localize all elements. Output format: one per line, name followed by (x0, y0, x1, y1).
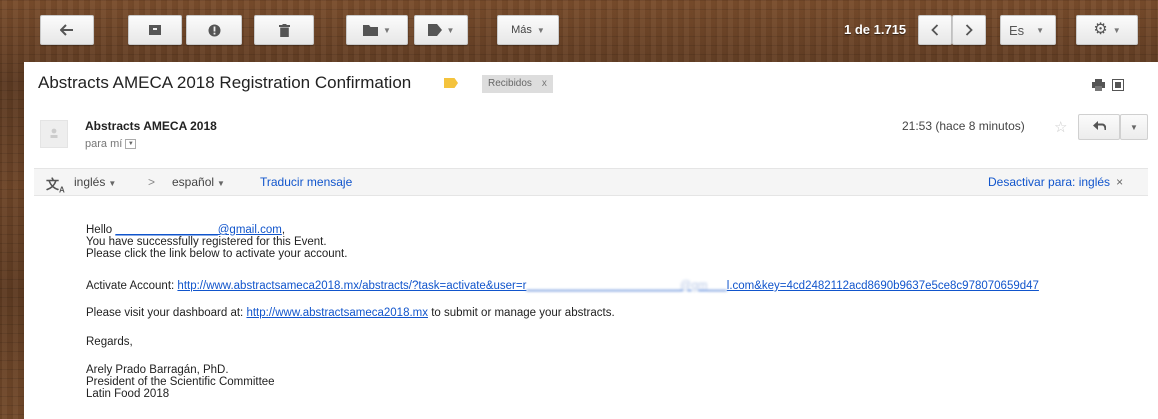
chevron-down-icon: ▼ (383, 25, 391, 35)
translate-icon: 文A (46, 177, 65, 195)
recipient-line: para mí ▼ (85, 138, 137, 150)
toolbar: ▼ ▼ Más ▼ 1 de 1.715 Es ▼ ⚙ ▼ (0, 0, 1158, 62)
greeting-line: Hello ________________@gmail.com, (86, 224, 285, 237)
archive-button[interactable] (128, 15, 182, 45)
delete-button[interactable] (254, 15, 314, 45)
importance-marker-icon[interactable] (444, 78, 458, 88)
signature-title: President of the Scientific Committee (86, 376, 275, 388)
body-line: Please click the link below to activate … (86, 248, 348, 260)
chevron-down-icon: ▼ (1130, 122, 1138, 132)
dashboard-link[interactable]: http://www.abstractsameca2018.mx (246, 307, 428, 319)
greeting-suffix: , (281, 224, 286, 236)
more-label: Más (511, 24, 532, 36)
inbox-label-chip[interactable]: Recibidos x (482, 75, 553, 93)
source-language-label: inglés (74, 175, 106, 189)
star-icon[interactable]: ☆ (1054, 118, 1067, 136)
sender-row: Abstracts AMECA 2018 para mí ▼ 21:53 (hac… (24, 110, 1158, 162)
report-spam-icon (208, 24, 221, 37)
archive-icon (149, 24, 161, 36)
activate-link-end: l.com&key=4cd2482112acd8690b9637e5ce8c97… (726, 280, 1039, 292)
chevron-down-icon: ▼ (217, 179, 225, 188)
source-language-select[interactable]: inglés ▼ (74, 175, 116, 189)
gear-icon: ⚙ (1093, 21, 1108, 38)
chevron-left-icon (931, 24, 939, 36)
greeting: Hello (86, 224, 113, 236)
arrow-left-icon (60, 24, 74, 36)
settings-button[interactable]: ⚙ ▼ (1076, 15, 1138, 45)
reply-button[interactable] (1078, 114, 1120, 140)
more-button[interactable]: Más ▼ (497, 15, 559, 45)
reply-icon (1092, 118, 1106, 136)
show-details-icon[interactable]: ▼ (125, 139, 137, 150)
remove-label-icon[interactable]: x (542, 78, 547, 89)
back-button[interactable] (40, 15, 94, 45)
chevron-right-icon (965, 24, 973, 36)
activate-account-link[interactable]: http://www.abstractsameca2018.mx/abstrac… (177, 280, 1039, 292)
labels-button[interactable]: ▼ (414, 15, 468, 45)
activate-line: Activate Account: http://www.abstractsam… (86, 280, 1039, 293)
email-subject: Abstracts AMECA 2018 Registration Confir… (38, 73, 412, 92)
regards-line: Regards, (86, 336, 133, 348)
older-button[interactable] (952, 15, 986, 45)
email-panel: Abstracts AMECA 2018 Registration Confir… (24, 62, 1158, 419)
input-language-button[interactable]: Es ▼ (1000, 15, 1056, 45)
pager-count: 1 de 1.715 (844, 22, 907, 37)
recipient-label: para mí (85, 138, 123, 150)
newer-button[interactable] (918, 15, 952, 45)
chevron-down-icon: ▼ (1036, 25, 1045, 35)
greeting-email-link[interactable]: ________________@gmail.com (115, 224, 281, 236)
dashboard-prefix: Please visit your dashboard at: (86, 307, 244, 319)
inbox-chip-label: Recibidos (488, 78, 532, 89)
target-language-label: español (172, 175, 215, 189)
chevron-down-icon: ▼ (536, 25, 545, 35)
new-window-icon[interactable] (1112, 78, 1124, 96)
disable-translation-link[interactable]: Desactivar para: inglés × (988, 175, 1123, 189)
dashboard-line: Please visit your dashboard at: http://w… (86, 307, 615, 320)
translate-message-link[interactable]: Traducir mensaje (260, 175, 352, 189)
avatar (40, 120, 68, 148)
report-spam-button[interactable] (186, 15, 242, 45)
activate-link-redacted: ________________________@gm___ (526, 280, 727, 292)
body-line: You have successfully registered for thi… (86, 236, 327, 248)
signature-org: Latin Food 2018 (86, 388, 170, 400)
chevron-down-icon: ▼ (1112, 25, 1121, 35)
email-timestamp: 21:53 (hace 8 minutos) (902, 119, 1025, 133)
target-language-select[interactable]: español ▼ (172, 175, 225, 189)
folder-icon (363, 24, 379, 36)
move-to-button[interactable]: ▼ (346, 15, 408, 45)
translate-arrow: > (148, 175, 156, 189)
translate-bar: 文A inglés ▼ > español ▼ Traducir mensaje D… (34, 168, 1148, 196)
sender-name[interactable]: Abstracts AMECA 2018 (85, 119, 217, 133)
close-icon[interactable]: × (1116, 175, 1123, 189)
tag-icon (427, 24, 442, 36)
signature-name: Arely Prado Barragán, PhD. (86, 364, 229, 376)
chevron-down-icon: ▼ (108, 179, 117, 188)
more-options-button[interactable]: ▼ (1120, 114, 1148, 140)
language-label: Es (1009, 22, 1025, 38)
activate-link-start: http://www.abstractsameca2018.mx/abstrac… (177, 280, 527, 292)
chevron-down-icon: ▼ (446, 25, 455, 35)
trash-icon (278, 23, 290, 37)
subject-row: Abstracts AMECA 2018 Registration Confir… (24, 62, 1158, 104)
activate-label: Activate Account: (86, 280, 175, 292)
disable-translation-label: Desactivar para: inglés (988, 175, 1111, 189)
print-icon[interactable] (1092, 78, 1105, 96)
dashboard-suffix: to submit or manage your abstracts. (431, 307, 615, 319)
